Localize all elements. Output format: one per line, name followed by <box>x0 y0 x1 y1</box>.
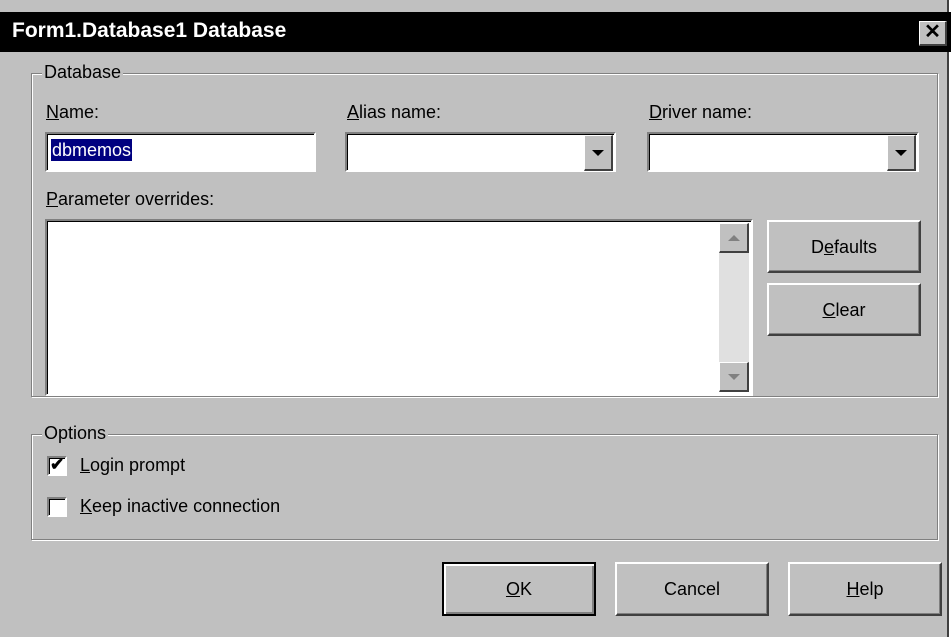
title-bar[interactable]: Form1.Database1 Database ✕ <box>0 12 951 52</box>
clear-button-accel: C <box>822 299 836 320</box>
chevron-down-icon <box>895 149 907 156</box>
keep-inactive-accel: K <box>80 496 93 516</box>
scroll-up-button[interactable] <box>719 223 749 253</box>
params-label-accel: P <box>46 189 59 209</box>
parameter-overrides-memo[interactable] <box>45 219 753 396</box>
driver-label-rest: river name: <box>662 102 753 122</box>
ok-button-accel: O <box>505 579 520 599</box>
defaults-button[interactable]: De faults <box>767 220 921 273</box>
options-groupbox: Options <box>31 422 938 540</box>
scroll-down-button[interactable] <box>719 362 749 392</box>
name-label-rest: ame: <box>59 102 100 122</box>
defaults-button-accel: e <box>823 236 834 257</box>
driver-label-accel: D <box>649 102 662 122</box>
keep-inactive-connection-label[interactable]: Keep inactive connection <box>80 495 280 517</box>
login-prompt-label[interactable]: Login prompt <box>80 454 185 476</box>
driver-name-label: Driver name: <box>649 101 752 123</box>
database-dialog: Form1.Database1 Database ✕ Database Name… <box>0 0 951 637</box>
keep-inactive-connection-checkbox[interactable] <box>47 497 67 517</box>
close-icon: ✕ <box>924 21 941 43</box>
name-label: Name: <box>46 101 99 123</box>
alias-name-label: Alias name: <box>347 101 441 123</box>
alias-name-combobox[interactable] <box>345 132 616 172</box>
help-button-rest: elp <box>859 579 884 599</box>
alias-dropdown-button[interactable] <box>584 135 613 171</box>
cancel-button-label: Cancel <box>663 579 721 599</box>
close-button[interactable]: ✕ <box>919 21 947 46</box>
name-label-accel: N <box>46 102 59 122</box>
alias-label-rest: lias name: <box>359 102 442 122</box>
alias-label-accel: A <box>347 102 360 122</box>
params-label-rest: arameter overrides: <box>58 189 215 209</box>
defaults-button-pre: D <box>810 236 824 257</box>
database-legend: Database <box>42 61 124 83</box>
login-prompt-rest: ogin prompt <box>90 455 186 475</box>
ok-button-rest: K <box>520 579 533 599</box>
help-button[interactable]: Help <box>788 562 942 616</box>
ok-button[interactable]: OK <box>442 562 596 616</box>
parameter-overrides-label: Parameter overrides: <box>46 188 214 210</box>
defaults-button-rest: faults <box>833 236 878 257</box>
window-title: Form1.Database1 Database <box>12 19 287 42</box>
cancel-button[interactable]: Cancel <box>615 562 769 616</box>
driver-name-combobox[interactable] <box>647 132 919 172</box>
name-input-value: dbmemos <box>51 139 133 161</box>
help-button-accel: H <box>846 579 860 599</box>
chevron-down-icon <box>592 149 604 156</box>
check-icon: ✔ <box>50 455 65 474</box>
clear-button[interactable]: Clear <box>767 283 921 336</box>
options-legend: Options <box>42 422 109 444</box>
chevron-down-icon <box>727 373 740 380</box>
chevron-up-icon <box>727 234 740 241</box>
keep-inactive-rest: eep inactive connection <box>92 496 281 516</box>
name-input[interactable]: dbmemos <box>45 132 316 172</box>
driver-dropdown-button[interactable] <box>887 135 916 171</box>
memo-scrollbar[interactable] <box>719 223 749 392</box>
clear-button-rest: lear <box>835 299 866 320</box>
login-prompt-accel: L <box>80 455 91 475</box>
login-prompt-checkbox[interactable]: ✔ <box>47 455 67 476</box>
